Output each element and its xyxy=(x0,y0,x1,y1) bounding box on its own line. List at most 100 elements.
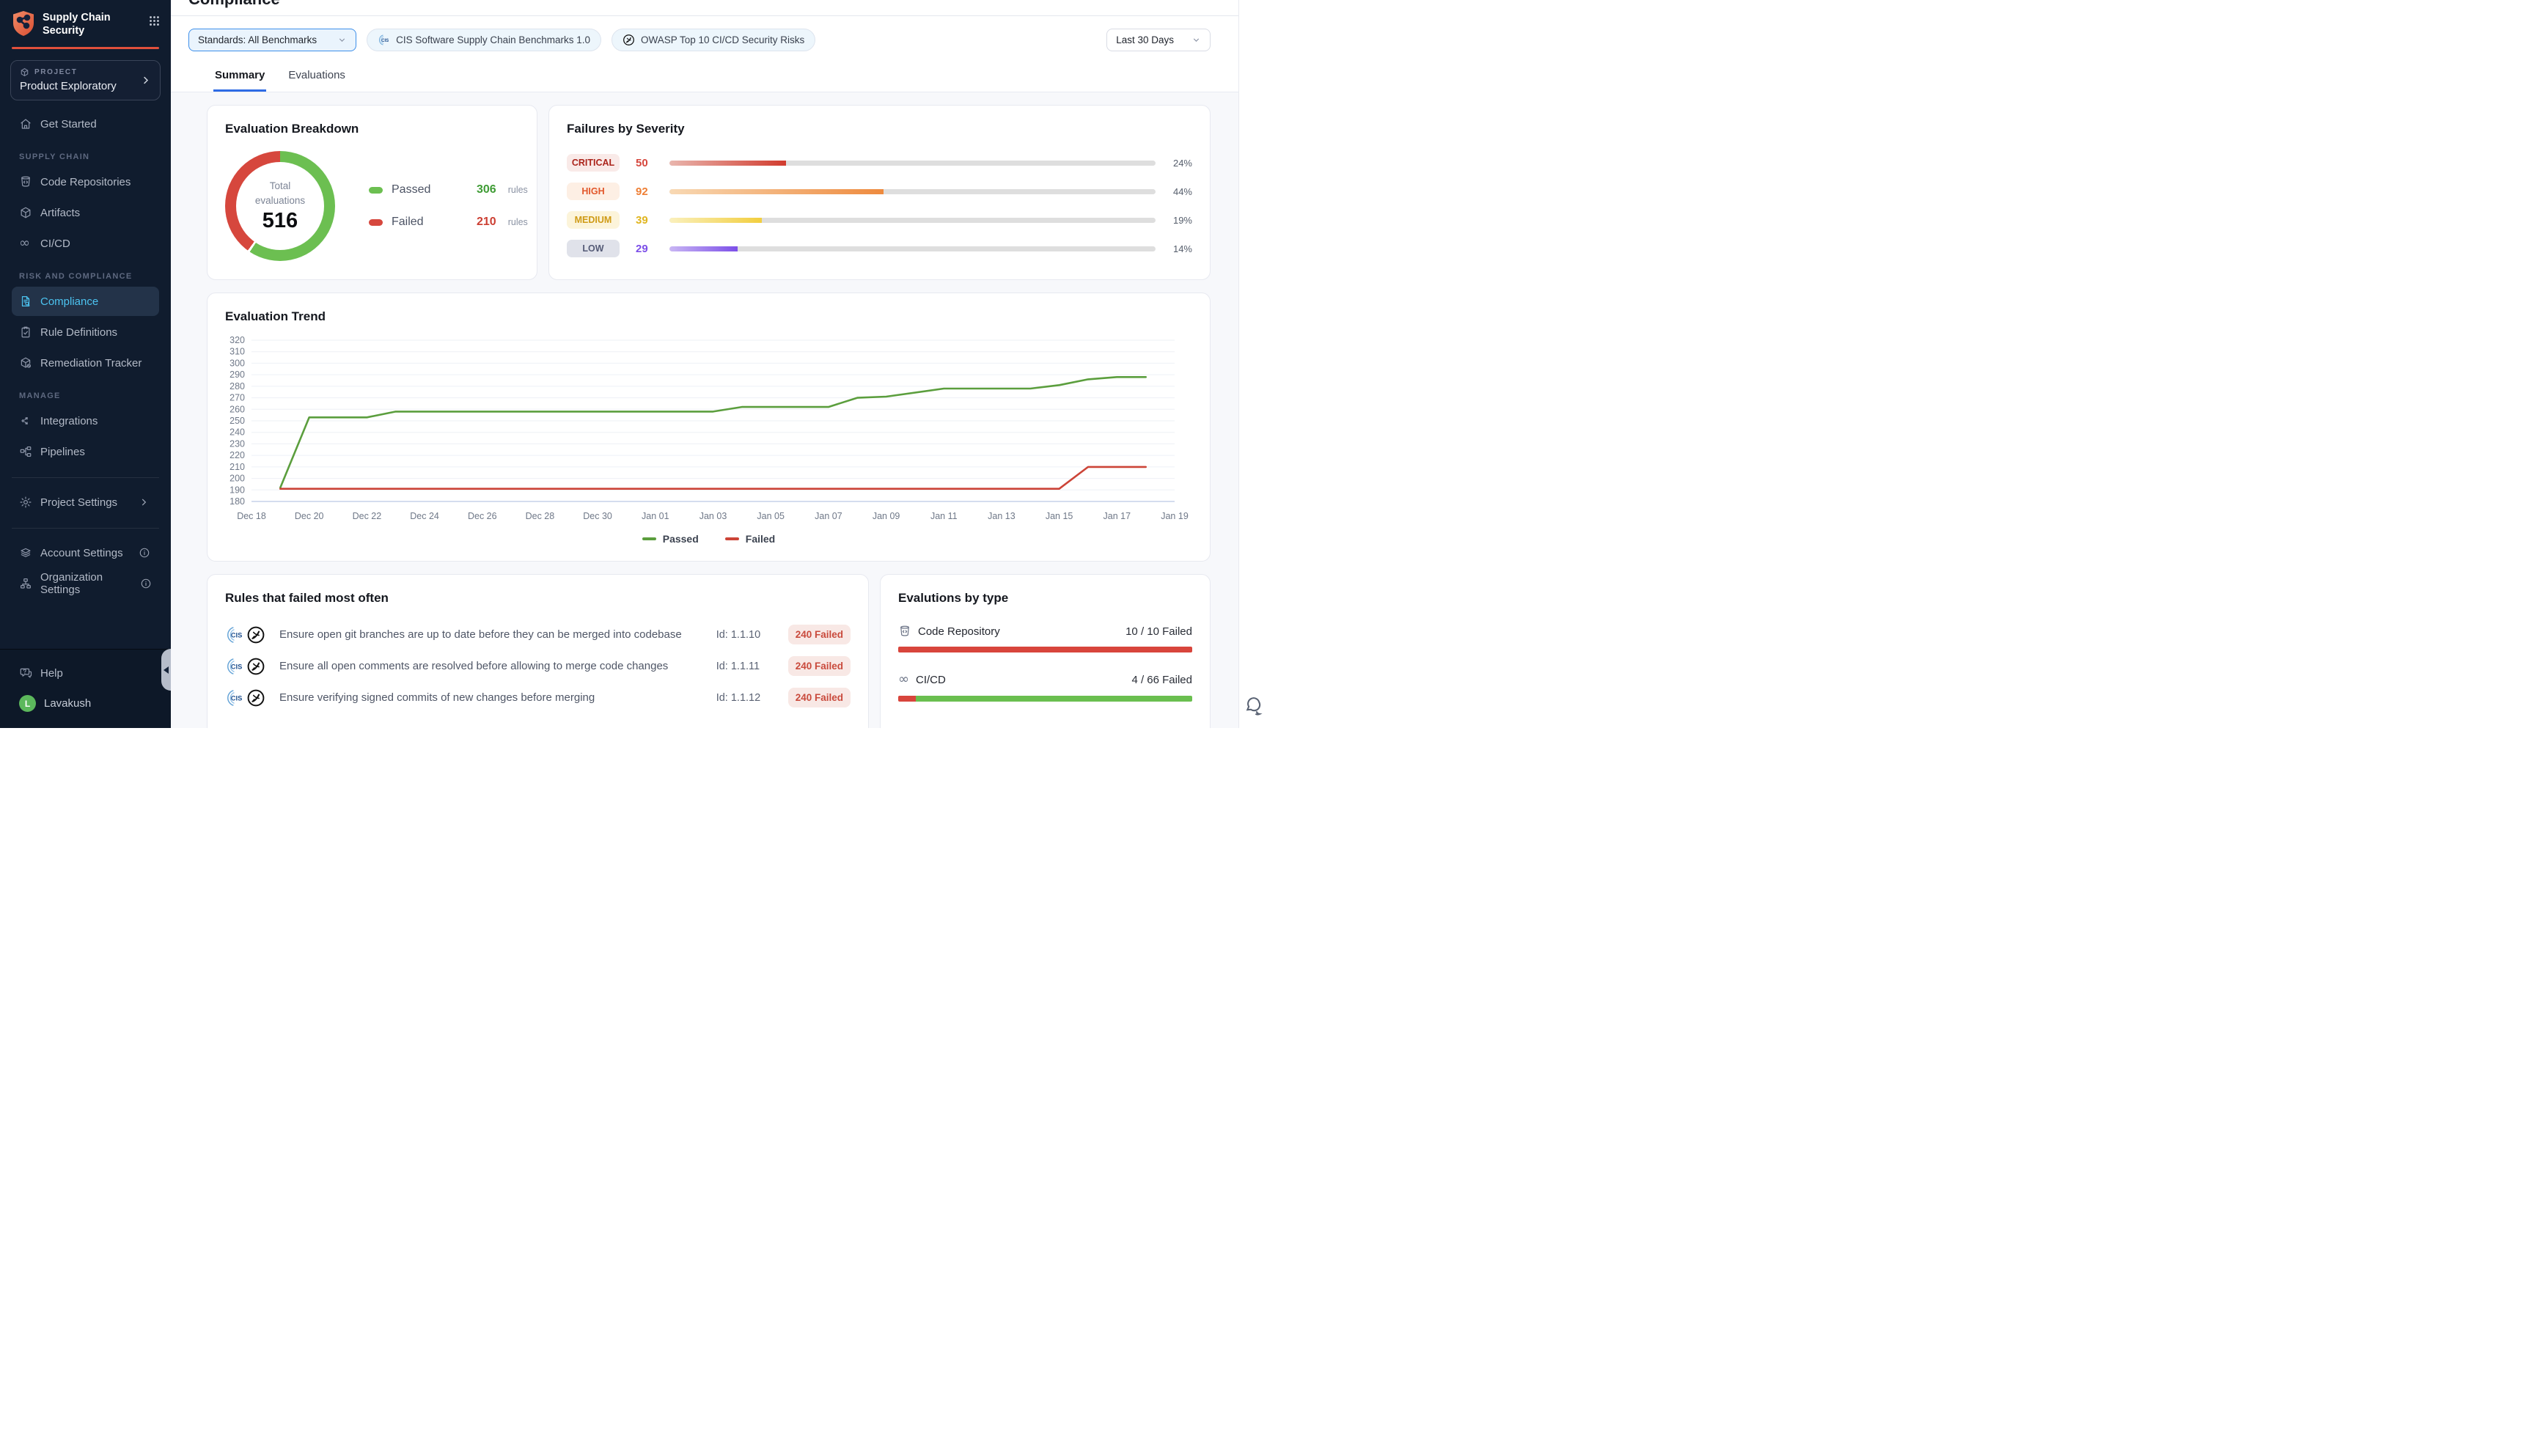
sidebar-item-remediation-tracker[interactable]: Remediation Tracker xyxy=(12,348,159,378)
sidebar-item-label: Code Repositories xyxy=(40,176,131,188)
cis-icon: CIS xyxy=(225,688,244,707)
card-title: Failures by Severity xyxy=(567,122,1192,136)
passed-segment xyxy=(916,696,1192,702)
gear-icon xyxy=(19,496,32,509)
legend-swatch xyxy=(642,537,656,540)
evaluation-donut-chart: Total evaluations 516 xyxy=(225,151,335,261)
sidebar-item-help[interactable]: Help xyxy=(12,658,159,688)
severity-bar-fill xyxy=(669,161,786,166)
card-title: Rules that failed most often xyxy=(225,591,851,606)
brand-accent-divider xyxy=(12,47,159,49)
sidebar-footer: Help L Lavakush xyxy=(0,649,171,728)
svg-text:Jan 13: Jan 13 xyxy=(988,511,1016,521)
donut-legend-item: Failed210rules xyxy=(369,216,528,229)
svg-text:220: 220 xyxy=(229,450,245,460)
benchmark-chip-label: CIS Software Supply Chain Benchmarks 1.0 xyxy=(396,34,590,45)
svg-text:Dec 26: Dec 26 xyxy=(468,511,497,521)
project-label: PROJECT xyxy=(20,67,140,77)
apps-grid-icon[interactable] xyxy=(148,15,161,27)
sidebar-item-ci-cd[interactable]: ∞CI/CD xyxy=(12,229,159,258)
sidebar-item-label: Pipelines xyxy=(40,446,85,458)
sidebar-item-compliance[interactable]: Compliance xyxy=(12,287,159,316)
svg-text:200: 200 xyxy=(229,474,245,484)
legend-label: Passed xyxy=(392,183,449,196)
sidebar-item-artifacts[interactable]: Artifacts xyxy=(12,198,159,227)
rule-benchmark-icons: CIS xyxy=(225,625,271,644)
document-search-icon xyxy=(19,295,32,308)
sidebar-item-project-settings[interactable]: Project Settings xyxy=(12,488,159,517)
scrollbar-area[interactable] xyxy=(1238,0,1267,728)
evaluation-breakdown-card: Evaluation Breakdown Total evaluations 5… xyxy=(207,105,537,280)
standards-filter-dropdown[interactable]: Standards: All Benchmarks xyxy=(188,29,356,51)
rule-description: Ensure all open comments are resolved be… xyxy=(279,660,708,672)
sidebar-nav: Get Started SUPPLY CHAIN Code Repositories… xyxy=(0,100,171,468)
svg-text:Jan 09: Jan 09 xyxy=(873,511,900,521)
sidebar: Supply ChainSecurity PROJECT Product Exp… xyxy=(0,0,171,728)
severity-row: LOW2914% xyxy=(567,239,1192,258)
sidebar-section-heading: MANAGE xyxy=(19,391,152,400)
app-title: Supply ChainSecurity xyxy=(43,10,141,37)
standards-filter-label: Standards: All Benchmarks xyxy=(198,34,317,45)
benchmark-chip[interactable]: OWASP Top 10 CI/CD Security Risks xyxy=(612,29,815,51)
severity-row: CRITICAL5024% xyxy=(567,153,1192,172)
failed-count-badge: 240 Failed xyxy=(788,688,851,707)
sidebar-item-label: Project Settings xyxy=(40,496,117,509)
page-title: Compliance xyxy=(188,0,280,7)
chevron-right-icon xyxy=(140,75,151,86)
sidebar-section-heading: SUPPLY CHAIN xyxy=(19,152,152,161)
main-area: Compliance Standards: All Benchmarks CIS… xyxy=(171,0,1238,728)
benchmark-chip[interactable]: CISCIS Software Supply Chain Benchmarks … xyxy=(367,29,601,51)
collapse-arrow-icon xyxy=(164,666,169,674)
svg-text:CIS: CIS xyxy=(231,694,243,702)
tab-summary[interactable]: Summary xyxy=(213,65,266,92)
legend-unit: rules xyxy=(508,217,528,227)
project-selector[interactable]: PROJECT Product Exploratory xyxy=(10,60,161,100)
sidebar-item-code-repositories[interactable]: Code Repositories xyxy=(12,167,159,196)
legend-count: 210 xyxy=(477,216,496,229)
rule-row[interactable]: CISEnsure verifying signed commits of ne… xyxy=(225,688,851,707)
severity-count: 29 xyxy=(636,243,669,255)
sidebar-item-integrations[interactable]: Integrations xyxy=(12,406,159,435)
svg-text:240: 240 xyxy=(229,427,245,438)
sidebar-item-get-started[interactable]: Get Started xyxy=(12,109,159,139)
evaluation-type-status: 10 / 10 Failed xyxy=(1125,625,1192,638)
sidebar-collapse-handle[interactable] xyxy=(161,649,171,691)
sidebar-item-label: Compliance xyxy=(40,295,98,308)
failed-count-badge: 240 Failed xyxy=(788,656,851,676)
sidebar-item-account-settings[interactable]: Account Settings xyxy=(12,538,159,567)
legend-unit: rules xyxy=(508,185,528,195)
severity-percent: 14% xyxy=(1156,243,1192,254)
sidebar-item-pipelines[interactable]: Pipelines xyxy=(12,437,159,466)
benchmark-chip-label: OWASP Top 10 CI/CD Security Risks xyxy=(641,34,804,45)
info-icon xyxy=(139,547,152,559)
svg-text:Jan 05: Jan 05 xyxy=(757,511,785,521)
avatar: L xyxy=(19,695,36,712)
rule-row[interactable]: CISEnsure all open comments are resolved… xyxy=(225,656,851,676)
rule-id: Id: 1.1.11 xyxy=(716,661,779,672)
user-menu[interactable]: L Lavakush xyxy=(12,689,159,718)
evaluations-by-type-list: Code Repository10 / 10 Failed∞CI/CD4 / 6… xyxy=(898,625,1192,702)
severity-count: 39 xyxy=(636,214,669,227)
sidebar-item-rule-definitions[interactable]: Rule Definitions xyxy=(12,317,159,347)
sidebar-item-label: Artifacts xyxy=(40,207,80,219)
rule-row[interactable]: CISEnsure open git branches are up to da… xyxy=(225,625,851,644)
sidebar-item-organization-settings[interactable]: Organization Settings xyxy=(12,569,159,598)
cube-icon xyxy=(20,67,29,77)
tab-evaluations[interactable]: Evaluations xyxy=(287,65,347,92)
evaluation-trend-card: Evaluation Trend 18019020021022023024025… xyxy=(207,293,1211,562)
svg-text:Dec 30: Dec 30 xyxy=(583,511,612,521)
chat-bubble-icon[interactable] xyxy=(1242,696,1263,718)
legend-swatch xyxy=(725,537,739,540)
failures-by-severity-card: Failures by Severity CRITICAL5024%HIGH92… xyxy=(548,105,1211,280)
svg-text:Jan 15: Jan 15 xyxy=(1046,511,1073,521)
rule-id: Id: 1.1.12 xyxy=(716,692,779,704)
severity-bar-fill xyxy=(669,189,884,194)
legend-label: Passed xyxy=(663,533,699,545)
svg-text:300: 300 xyxy=(229,358,245,368)
tab-bar: Summary Evaluations xyxy=(171,65,1238,92)
date-range-dropdown[interactable]: Last 30 Days xyxy=(1106,29,1211,51)
evaluation-type-header: ∞CI/CD4 / 66 Failed xyxy=(898,673,1192,687)
date-range-label: Last 30 Days xyxy=(1116,34,1174,45)
owasp-icon xyxy=(623,34,635,46)
sidebar-item-label: Rule Definitions xyxy=(40,326,117,339)
